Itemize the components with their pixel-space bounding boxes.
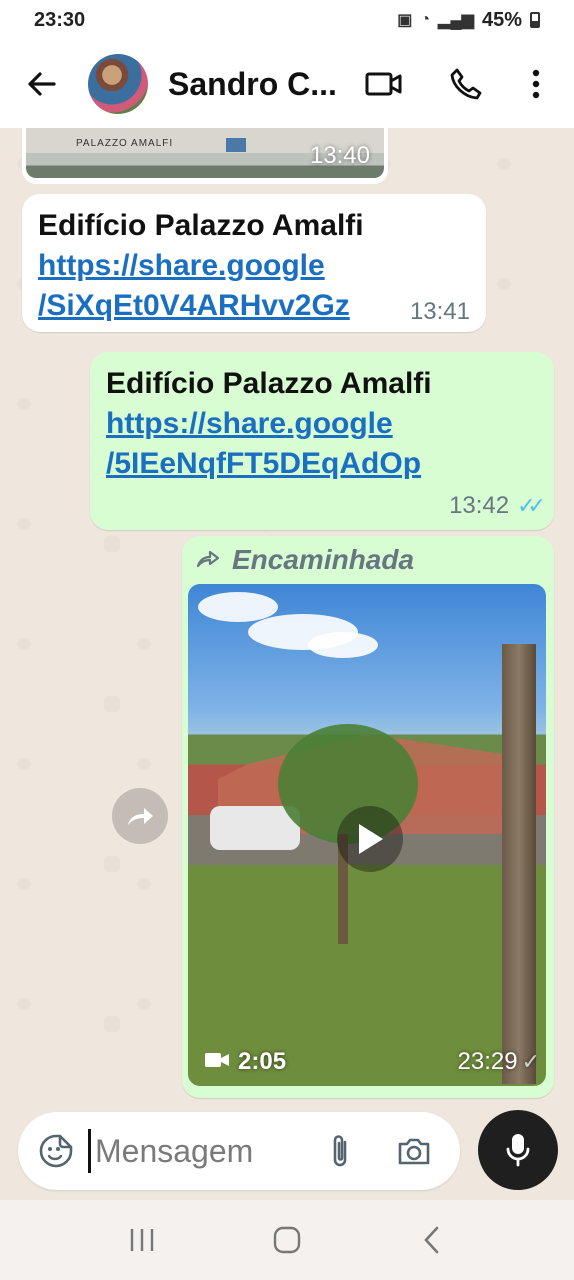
forwarded-icon (196, 544, 222, 576)
play-icon[interactable] (337, 806, 403, 872)
notification-icon: ▣ (397, 12, 413, 29)
forward-button[interactable] (112, 788, 168, 844)
sent-tick-icon: ✓ (521, 1049, 541, 1074)
message-time: 13:41 (409, 298, 470, 325)
incoming-link-message[interactable]: Edifício Palazzo Amalfi https://share.go… (22, 194, 486, 332)
sticker-icon[interactable] (34, 1129, 78, 1173)
message-time: 13:40 (309, 142, 370, 169)
avatar[interactable] (88, 54, 148, 114)
forwarded-video-message[interactable]: Encaminhada 2:05 23:29 ✓ (182, 536, 554, 1098)
image-message[interactable]: PALAZZO AMALFI 13:40 (22, 128, 388, 184)
attach-icon[interactable] (318, 1129, 362, 1173)
message-title: Edifício Palazzo Amalfi (106, 367, 432, 400)
outgoing-link-message[interactable]: Edifício Palazzo Amalfi https://share.go… (90, 352, 554, 530)
cloud-shape (308, 632, 378, 658)
status-bar: 23:30 ▣ ◔ ▂▄▆ 45% (0, 0, 574, 40)
video-duration: 2:05 (204, 1048, 286, 1076)
voice-call-icon[interactable] (446, 64, 486, 104)
back-arrow-icon[interactable] (22, 64, 62, 104)
battery-icon (530, 12, 540, 28)
forwarded-text: Encaminhada (232, 544, 415, 575)
read-ticks-icon: ✓✓ (517, 493, 546, 518)
message-link[interactable]: https://share.google/SiXqEt0V4ARHvv2Gz (38, 246, 470, 326)
message-input-bar (18, 1112, 460, 1190)
contact-name[interactable]: Sandro C... (168, 66, 348, 103)
forwarded-label: Encaminhada (196, 544, 414, 576)
message-input[interactable] (88, 1129, 298, 1173)
wifi-icon: ◔ (420, 11, 431, 28)
video-thumbnail[interactable]: 2:05 23:29 ✓ (188, 584, 546, 1086)
message-time: 13:42 (449, 492, 510, 519)
message-image[interactable]: PALAZZO AMALFI 13:40 (26, 128, 384, 178)
battery-percent: 45% (481, 8, 522, 31)
video-call-icon[interactable] (364, 64, 404, 104)
recent-apps-icon[interactable] (117, 1215, 167, 1265)
message-time-wrap: 13:42 ✓✓ (449, 492, 546, 520)
video-time-wrap: 23:29 ✓ (457, 1048, 541, 1076)
home-icon[interactable] (262, 1215, 312, 1265)
back-icon[interactable] (407, 1215, 457, 1265)
status-icons: ▣ ◔ ▂▄▆ 45% (397, 9, 540, 32)
microphone-icon[interactable] (478, 1110, 558, 1190)
message-title: Edifício Palazzo Amalfi (38, 209, 364, 242)
chat-area[interactable]: PALAZZO AMALFI 13:40 Edifício Palazzo Am… (0, 128, 574, 1108)
video-camera-icon (204, 1048, 230, 1076)
signal-icon: ▂▄▆ (438, 12, 474, 29)
camera-icon[interactable] (392, 1129, 436, 1173)
message-time: 23:29 (457, 1048, 518, 1075)
status-time: 23:30 (34, 8, 86, 31)
image-window (226, 138, 246, 152)
chat-header: Sandro C... (0, 40, 574, 128)
duration-text: 2:05 (238, 1048, 287, 1075)
image-sign-text: PALAZZO AMALFI (76, 138, 174, 149)
wooden-post-shape (502, 644, 536, 1084)
message-link[interactable]: https://share.google/5IEeNqfFT5DEqAdOp (106, 404, 538, 484)
system-nav-bar (0, 1200, 574, 1280)
more-options-icon[interactable] (516, 64, 556, 104)
